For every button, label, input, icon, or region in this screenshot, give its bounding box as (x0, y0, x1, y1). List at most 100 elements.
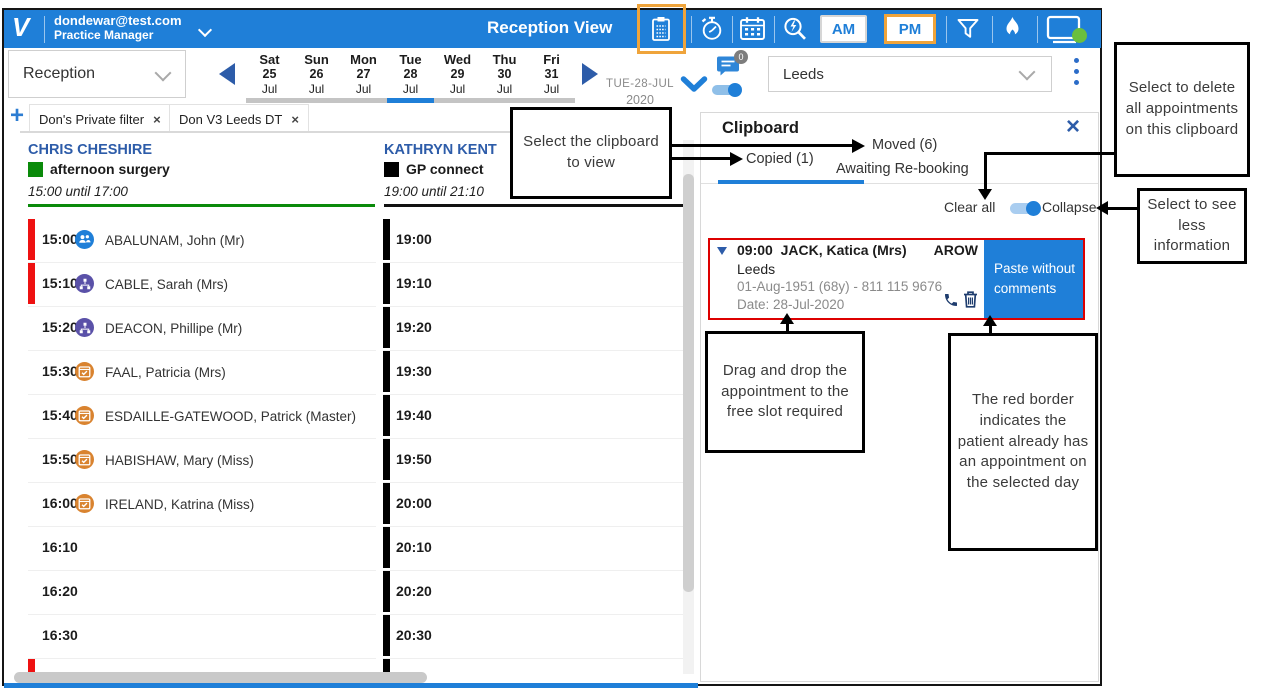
message-count-badge: 0 (734, 50, 748, 64)
free-slot[interactable]: 19:40 (383, 394, 690, 439)
session-name: afternoon surgery (50, 161, 170, 177)
free-slot[interactable]: 16:10 (28, 526, 376, 571)
free-slot[interactable]: 19:30 (383, 350, 690, 395)
free-slot[interactable]: 20:00 (383, 482, 690, 527)
messages-toggle-knob (728, 83, 742, 97)
free-slot[interactable]: 19:00 (383, 218, 690, 263)
pm-button[interactable]: PM (884, 14, 936, 44)
account-menu-chevron-icon[interactable] (200, 22, 210, 40)
day-wed-29[interactable]: Wed29Jul (434, 52, 481, 103)
tab-awaiting-rebooking[interactable]: Awaiting Re-booking (836, 161, 969, 177)
session-color-swatch (384, 162, 399, 177)
search-appointment-icon[interactable] (781, 15, 809, 42)
calendar-icon[interactable] (739, 16, 766, 41)
annotation-red-border: The red border indicates the patient alr… (948, 333, 1098, 551)
messages-toggle[interactable] (712, 85, 740, 95)
day-tue-28-selected[interactable]: Tue28Jul (387, 52, 434, 103)
vertical-scrollbar-thumb[interactable] (683, 174, 694, 592)
appointment-slot[interactable]: 15:20DEACON, Phillipe (Mr) (28, 306, 376, 351)
chevron-down-icon (1019, 64, 1036, 81)
appointment-slot[interactable]: 16:00IRELAND, Katrina (Miss) (28, 482, 376, 527)
screen: V dondewar@test.com Practice Manager Rec… (0, 0, 1266, 690)
divider (992, 16, 993, 43)
free-slot[interactable]: 19:20 (383, 306, 690, 351)
paste-without-comments-button[interactable]: Paste without comments (984, 240, 1083, 318)
day-thu-30[interactable]: Thu30Jul (481, 52, 528, 103)
annotation-arrowhead (983, 315, 997, 326)
annotation-arrowhead (780, 313, 794, 324)
clinician-name[interactable]: CHRIS CHESHIRE (28, 142, 152, 158)
booked-appointment-icon (75, 494, 94, 513)
free-slot[interactable]: 20:40 (383, 658, 690, 674)
annotation-connector (984, 152, 987, 189)
next-week-arrow[interactable] (582, 63, 598, 85)
tab-copied[interactable]: Copied (1) (746, 151, 814, 167)
collapse-label: Collapse (1042, 199, 1096, 215)
close-icon[interactable]: × (291, 112, 299, 127)
card-time: 09:00 (737, 242, 773, 258)
free-slot[interactable]: 19:50 (383, 438, 690, 483)
filter-tab-dons-private[interactable]: Don's Private filter × (29, 104, 171, 133)
previous-week-arrow[interactable] (219, 63, 235, 85)
add-filter-button[interactable]: + (10, 104, 24, 128)
free-slot[interactable]: 20:20 (383, 570, 690, 615)
booked-appointment-icon (75, 450, 94, 469)
filter-icon[interactable] (955, 16, 981, 42)
expand-card-icon[interactable] (717, 247, 727, 255)
close-icon[interactable]: × (1066, 113, 1080, 141)
free-slot[interactable]: 20:10 (383, 526, 690, 571)
appointment-slot[interactable]: 15:10CABLE, Sarah (Mrs) (28, 262, 376, 307)
day-mon-27[interactable]: Mon27Jul (340, 52, 387, 103)
clinician-name[interactable]: KATHRYN KENT (384, 142, 497, 158)
account-email[interactable]: dondewar@test.com (54, 13, 182, 28)
bottom-accent-bar (4, 683, 698, 688)
day-sat-25[interactable]: Sat25Jul (246, 52, 293, 103)
patients-group-icon (75, 230, 94, 249)
booked-appointment-icon (75, 362, 94, 381)
free-slot[interactable]: 16:20 (28, 570, 376, 615)
appointment-slot[interactable]: 15:30FAAL, Patricia (Mrs) (28, 350, 376, 395)
card-time-and-patient: 09:00 JACK, Katica (Mrs) (737, 242, 907, 258)
double-booking-flag (28, 263, 35, 304)
appointment-slot[interactable]: 15:50HABISHAW, Mary (Miss) (28, 438, 376, 483)
collapse-toggle[interactable] (1010, 203, 1039, 214)
session-color-swatch (28, 162, 43, 177)
divider (774, 16, 775, 43)
free-slot[interactable]: 20:30 (383, 614, 690, 659)
free-slot[interactable]: 16:30 (28, 614, 376, 659)
care-pathway-icon (75, 318, 94, 337)
stopwatch-icon[interactable] (698, 15, 725, 42)
vision-logo: V (12, 12, 29, 43)
double-booking-flag (28, 219, 35, 260)
more-options-menu[interactable] (1074, 58, 1079, 85)
divider (732, 16, 733, 43)
flame-icon[interactable] (1001, 15, 1024, 42)
session-hours: 15:00 until 17:00 (28, 184, 128, 199)
day-fri-31[interactable]: Fri31Jul (528, 52, 575, 103)
delete-icon[interactable] (963, 291, 978, 313)
clear-all-button[interactable]: Clear all (944, 199, 995, 215)
am-button[interactable]: AM (820, 15, 867, 43)
location-selector[interactable]: Leeds (768, 56, 1052, 92)
tab-moved[interactable]: Moved (6) (872, 137, 937, 153)
expand-date-chevron-icon[interactable] (680, 76, 708, 99)
phone-icon[interactable] (943, 292, 959, 313)
annotation-select-clipboard: Select the clipboard to view (510, 107, 672, 199)
annotation-arrowhead (730, 152, 743, 166)
appointment-slot[interactable]: 15:00ABALUNAM, John (Mr) (28, 218, 376, 263)
care-pathway-icon (75, 274, 94, 293)
active-tab-indicator (718, 180, 864, 184)
annotation-connector (1108, 207, 1137, 210)
filter-tab-don-v3-leeds[interactable]: Don V3 Leeds DT × (169, 104, 309, 133)
horizontal-scrollbar-thumb[interactable] (14, 672, 427, 683)
view-selector[interactable]: Reception (8, 50, 186, 98)
card-dob-phone: 01-Aug-1951 (68y) - 811 115 9676 (737, 279, 942, 294)
divider (44, 16, 45, 43)
free-slot[interactable]: 19:10 (383, 262, 690, 307)
appointment-slot[interactable]: 15:40ESDAILLE-GATEWOOD, Patrick (Master) (28, 394, 376, 439)
close-icon[interactable]: × (153, 112, 161, 127)
session-name: GP connect (406, 161, 484, 177)
day-sun-26[interactable]: Sun26Jul (293, 52, 340, 103)
annotation-connector (672, 157, 732, 160)
schedule-column-chris-cheshire: 15:00ABALUNAM, John (Mr) 15:10CABLE, Sar… (28, 218, 376, 674)
